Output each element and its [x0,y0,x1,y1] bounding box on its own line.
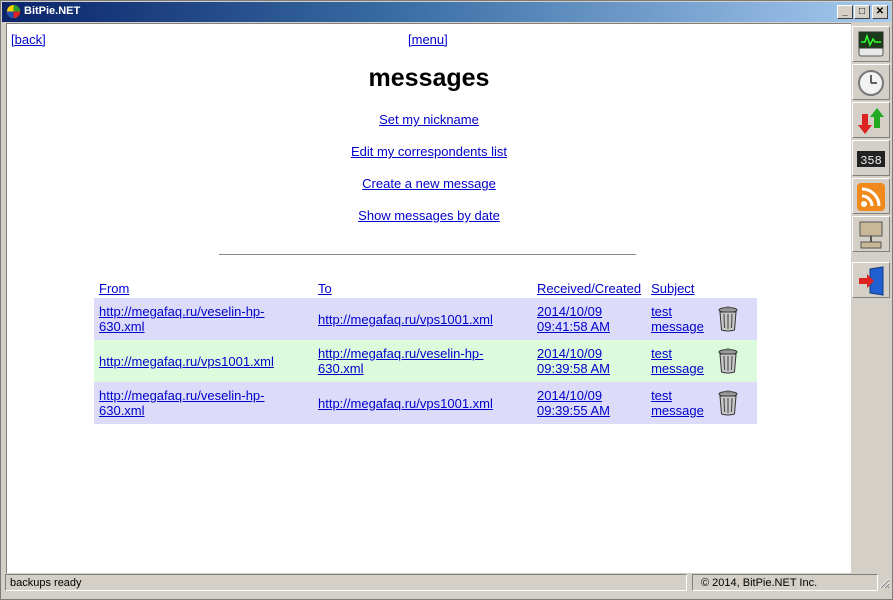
action-row: Edit my correspondents list [7,143,851,161]
from-link[interactable]: http://megafaq.ru/veselin-hp-630.xml [99,304,264,334]
date-link[interactable]: 2014/10/09 09:41:58 AM [537,304,610,334]
subject-line-1: test [651,388,673,403]
edit-correspondents-link[interactable]: Edit my correspondents list [351,144,507,159]
counter-button[interactable]: 358 [852,140,890,176]
subject-line-1: test [651,346,673,361]
subject-line-1: test [651,304,673,319]
to-link[interactable]: http://megafaq.ru/vps1001.xml [318,396,493,411]
subject-link[interactable]: test message [651,304,704,334]
from-link[interactable]: http://megafaq.ru/veselin-hp-630.xml [99,388,264,418]
title-bar[interactable]: BitPie.NET _ □ ✕ [2,2,891,22]
minimize-button[interactable]: _ [837,5,853,19]
maximize-button[interactable]: □ [854,5,870,19]
column-subject-header[interactable]: Subject [651,281,694,296]
subject-link[interactable]: test message [651,388,704,418]
rss-button[interactable] [852,178,890,214]
table-header: From To Received/Created Subject [94,274,757,298]
menu-link[interactable]: [menu] [408,32,448,47]
date-link[interactable]: 2014/10/09 09:39:58 AM [537,346,610,376]
trash-icon[interactable] [716,390,740,416]
subject-line-2: message [651,361,704,376]
action-row: Show messages by date [7,207,851,225]
table-row[interactable]: http://megafaq.ru/veselin-hp-630.xml htt… [94,298,758,340]
date-link[interactable]: 2014/10/09 09:39:55 AM [537,388,610,418]
trash-icon[interactable] [716,306,740,332]
transfer-button[interactable] [852,102,890,138]
to-link[interactable]: http://megafaq.ru/vps1001.xml [318,312,493,327]
transfer-arrows-icon [858,108,884,134]
action-row: Create a new message [7,175,851,193]
bitpie-logo-icon [6,4,21,19]
date-text: 2014/10/09 [537,304,603,319]
time-text: 09:39:58 AM [537,361,610,376]
window-title: BitPie.NET [24,5,81,17]
toolbar-sidebar: 358 [852,23,892,572]
network-computer-icon [859,221,883,249]
table-row[interactable]: http://megafaq.ru/vps1001.xml http://meg… [94,340,758,382]
divider [219,254,636,255]
monitor-icon [858,31,884,57]
copyright-text: © 2014, BitPie.NET Inc. [692,574,878,591]
exit-door-icon [859,266,884,296]
page-title: messages [368,64,490,92]
status-text: backups ready [5,574,687,591]
subject-line-2: message [651,319,704,334]
clock-button[interactable] [852,64,890,100]
back-link[interactable]: [back] [11,32,46,47]
exit-button[interactable] [852,262,890,298]
resize-grip-icon[interactable] [878,576,890,590]
rss-icon [857,183,885,211]
counter-icon: 358 [857,151,885,168]
trash-icon[interactable] [716,348,740,374]
table-row[interactable]: http://megafaq.ru/veselin-hp-630.xml htt… [94,382,758,424]
show-by-date-link[interactable]: Show messages by date [358,208,500,223]
clock-icon [858,70,884,96]
create-message-link[interactable]: Create a new message [362,176,496,191]
date-text: 2014/10/09 [537,346,603,361]
close-button[interactable]: ✕ [872,5,888,19]
counter-text: 358 [860,154,882,168]
time-text: 09:39:55 AM [537,403,610,418]
to-link[interactable]: http://megafaq.ru/veselin-hp-630.xml [318,346,483,376]
subject-line-2: message [651,403,704,418]
monitor-button[interactable] [852,26,890,62]
action-row: Set my nickname [7,111,851,129]
messages-table: From To Received/Created Subject http://… [94,274,758,424]
set-nickname-link[interactable]: Set my nickname [379,112,479,127]
column-from-header[interactable]: From [99,281,129,296]
status-bar: backups ready © 2014, BitPie.NET Inc. [2,573,891,593]
date-text: 2014/10/09 [537,388,603,403]
app-window: BitPie.NET _ □ ✕ [back] [menu] messages … [0,0,893,600]
column-to-header[interactable]: To [318,281,332,296]
time-text: 09:41:58 AM [537,319,610,334]
subject-link[interactable]: test message [651,346,704,376]
from-link[interactable]: http://megafaq.ru/vps1001.xml [99,354,274,369]
network-button[interactable] [852,216,890,252]
main-content: [back] [menu] messages Set my nickname E… [6,23,851,573]
column-received-header[interactable]: Received/Created [537,281,641,296]
